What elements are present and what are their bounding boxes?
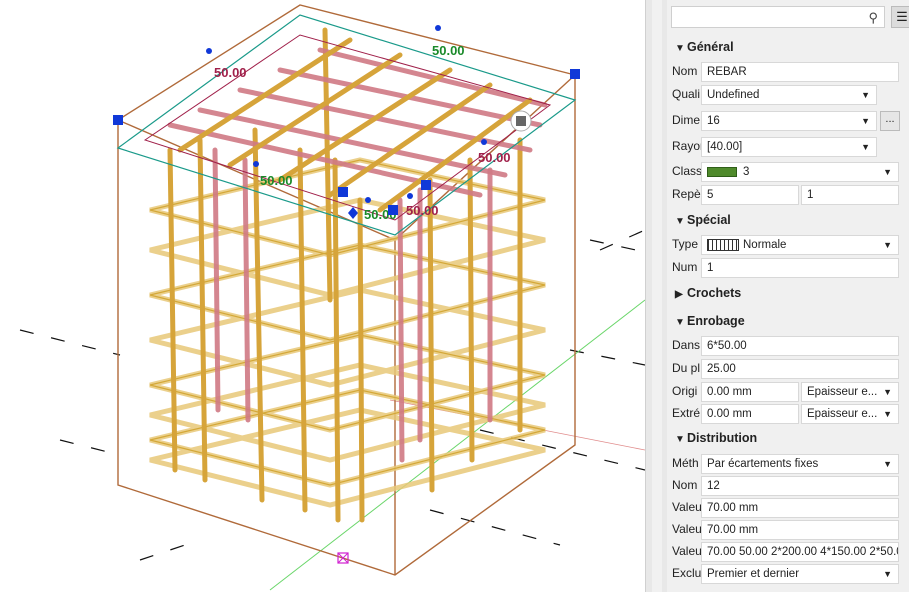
chevron-down-icon: ▼	[861, 116, 870, 126]
chevron-down-icon: ▼	[861, 90, 870, 100]
dans-plan-field[interactable]: 6*50.00	[701, 336, 899, 356]
classe-select[interactable]: 3 ▼	[701, 162, 899, 182]
extremite-mode-select[interactable]: Epaisseur e... ▼	[801, 404, 899, 424]
section-crochets[interactable]: ▶ Crochets	[675, 286, 741, 300]
dans-label: Dans	[672, 338, 701, 352]
search-icon[interactable]: ⚲	[868, 10, 878, 26]
origin-marker-icon[interactable]	[337, 552, 349, 564]
extremite-field[interactable]: 0.00 mm	[701, 404, 799, 424]
methode-select[interactable]: Par écartements fixes ▼	[701, 454, 899, 474]
stirrups[interactable]	[149, 157, 546, 508]
num-label: Num	[672, 260, 698, 274]
section-distribution[interactable]: ▼ Distribution	[675, 431, 757, 445]
chevron-down-icon: ▼	[883, 167, 892, 177]
dimension-select[interactable]: 16 ▼	[701, 111, 877, 131]
origine-label: Origi	[672, 384, 698, 398]
methode-label: Méth	[672, 456, 699, 470]
valeur2-label: Valeu	[672, 522, 702, 536]
repere-start-field[interactable]: 1	[801, 185, 899, 205]
rayon-select[interactable]: [40.00] ▼	[701, 137, 877, 157]
rayon-label: Rayon	[672, 139, 702, 153]
exclus-label: Exclu	[672, 566, 702, 580]
type-label: Type	[672, 237, 699, 251]
menu-icon[interactable]: ☰	[891, 6, 909, 28]
section-general[interactable]: ▼ Général	[675, 40, 734, 54]
nombre-field[interactable]: 12	[701, 476, 899, 496]
nom-field[interactable]: REBAR	[701, 62, 899, 82]
nom-label: Nom	[672, 64, 698, 78]
qualite-label: Quali	[672, 87, 701, 101]
extremite-label: Extré	[672, 406, 701, 420]
rebar-type-icon	[707, 238, 739, 251]
dim-label-center-red[interactable]: 50.00	[406, 203, 439, 218]
section-crochets-title: Crochets	[687, 286, 742, 300]
section-enrobage-title: Enrobage	[687, 314, 745, 328]
dimension-label: Dime	[672, 113, 701, 127]
model-view[interactable]: 50.00 50.00 50.00 50.00 50.00 50.00	[0, 0, 645, 592]
panel-splitter[interactable]	[645, 0, 668, 592]
dim-label-left[interactable]: 50.00	[214, 65, 247, 80]
dim-label-top[interactable]: 50.00	[432, 43, 465, 58]
classe-label: Class	[672, 164, 702, 178]
chevron-down-icon: ▼	[861, 142, 870, 152]
duplan-label: Du pl	[672, 361, 701, 375]
origine-mode-select[interactable]: Epaisseur e... ▼	[801, 382, 899, 402]
du-plan-field[interactable]: 25.00	[701, 359, 899, 379]
type-select[interactable]: Normale ▼	[701, 235, 899, 255]
valeur3-field[interactable]: 70.00 50.00 2*200.00 4*150.00 2*50.00	[701, 542, 899, 562]
chevron-down-icon: ▼	[883, 409, 892, 419]
section-enrobage[interactable]: ▼ Enrobage	[675, 314, 745, 328]
valeur1-label: Valeu	[672, 500, 702, 514]
chevron-down-icon: ▼	[883, 459, 892, 469]
valeur2-field[interactable]: 70.00 mm	[701, 520, 899, 540]
qualite-select[interactable]: Undefined ▼	[701, 85, 877, 105]
section-special-title: Spécial	[687, 213, 731, 227]
chevron-down-icon: ▼	[883, 569, 892, 579]
dim-label-right-red[interactable]: 50.00	[478, 150, 511, 165]
class-color-swatch	[707, 166, 737, 177]
repere-label: Repè	[672, 187, 701, 201]
exclus-select[interactable]: Premier et dernier ▼	[701, 564, 899, 584]
section-distribution-title: Distribution	[687, 431, 758, 445]
valeur1-field[interactable]: 70.00 mm	[701, 498, 899, 518]
section-general-title: Général	[687, 40, 734, 54]
splitter-grip[interactable]	[652, 0, 662, 592]
properties-panel: ⚲ ☰ ▼ Général Nom REBAR Quali Undefined ▼ …	[667, 0, 909, 592]
valeur3-label: Valeu	[672, 544, 702, 558]
chevron-down-icon: ▼	[883, 240, 892, 250]
cube-gizmo-icon[interactable]	[510, 110, 532, 132]
dimension-more-button[interactable]: ...	[880, 111, 900, 131]
3d-viewport[interactable]: 50.00 50.00 50.00 50.00 50.00 50.00	[0, 0, 645, 592]
chevron-down-icon: ▼	[883, 387, 892, 397]
section-special[interactable]: ▼ Spécial	[675, 213, 731, 227]
origine-field[interactable]: 0.00 mm	[701, 382, 799, 402]
repere-prefix-field[interactable]: 5	[701, 185, 799, 205]
nombre-label: Nom	[672, 478, 698, 492]
num-field[interactable]: 1	[701, 258, 899, 278]
dim-label-front-green[interactable]: 50.00	[260, 173, 293, 188]
search-input[interactable]: ⚲	[671, 6, 885, 28]
